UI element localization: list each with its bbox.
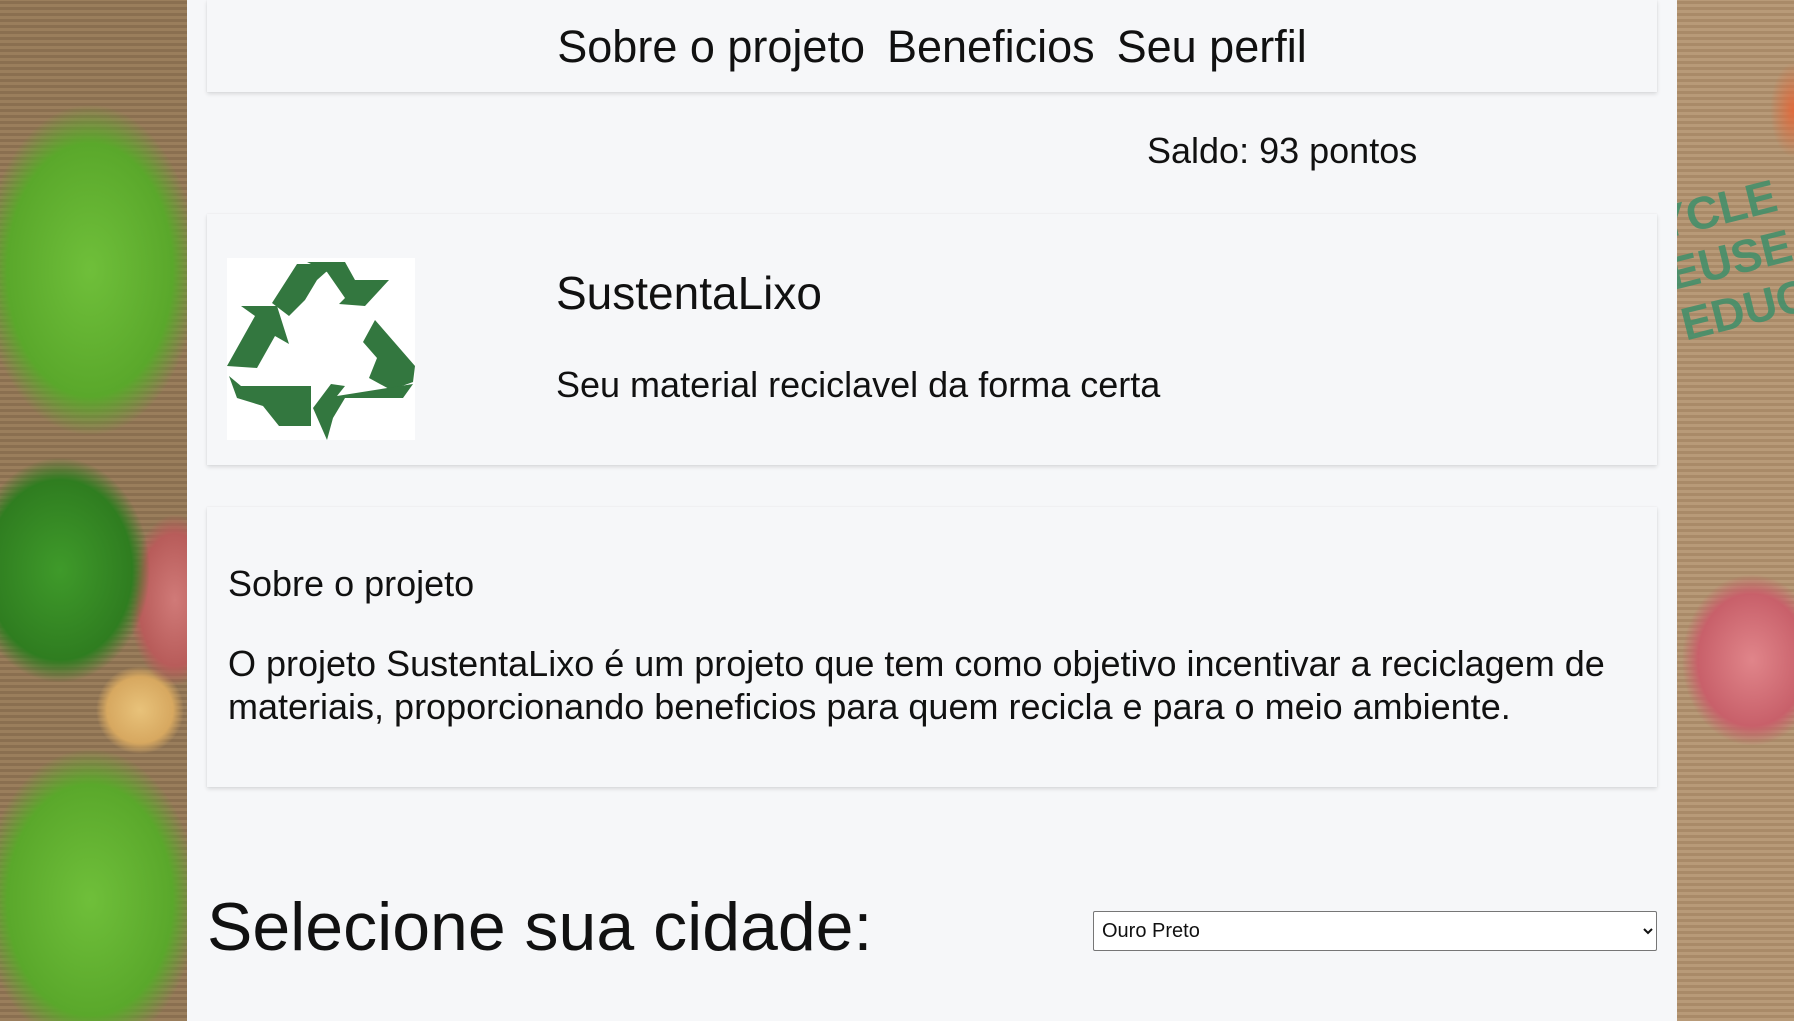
background-stamp: YCLE EUSE EDUC <box>1677 169 1794 490</box>
recycle-icon <box>227 258 415 440</box>
background-right-decoration: YCLE EUSE EDUC <box>1677 0 1794 1021</box>
nav-link-beneficios[interactable]: Beneficios <box>887 24 1095 69</box>
city-label: Selecione sua cidade: <box>207 889 873 965</box>
brand-tagline: Seu material reciclavel da forma certa <box>556 364 1161 405</box>
city-select[interactable]: Ouro Preto <box>1093 911 1657 951</box>
about-description: O projeto SustentaLixo é um projeto que … <box>228 643 1605 727</box>
top-nav: Sobre o projeto Beneficios Seu perfil <box>207 0 1657 92</box>
about-title: Sobre o projeto <box>228 563 475 604</box>
balance-text: Saldo: 93 pontos <box>1147 130 1418 171</box>
background-left-decoration <box>0 0 187 1021</box>
nav-link-sobre-o-projeto[interactable]: Sobre o projeto <box>557 24 865 69</box>
nav-link-seu-perfil[interactable]: Seu perfil <box>1117 24 1307 69</box>
about-card: Sobre o projeto O projeto SustentaLixo é… <box>207 507 1657 787</box>
main-content: Sobre o projeto Beneficios Seu perfil Sa… <box>187 0 1677 1021</box>
hero-card: SustentaLixo Seu material reciclavel da … <box>207 214 1657 465</box>
brand-name: SustentaLixo <box>556 267 822 319</box>
